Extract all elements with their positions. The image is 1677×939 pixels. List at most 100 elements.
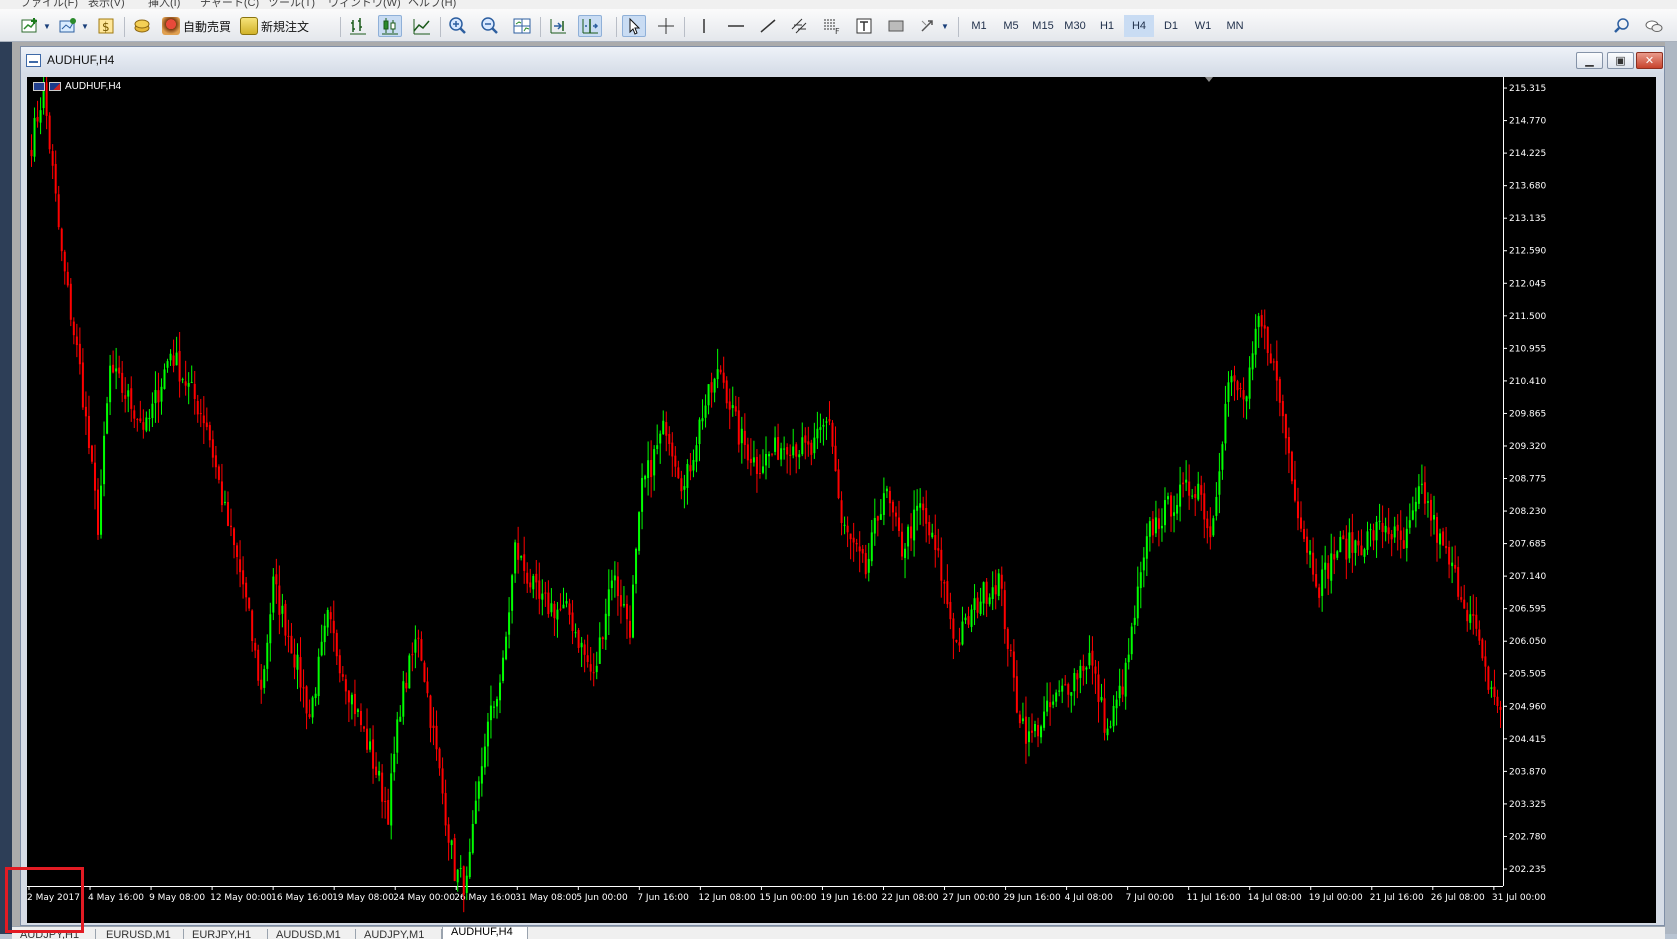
candle-bear bbox=[1303, 529, 1306, 539]
menu-help[interactable]: ヘルプ(H) bbox=[408, 0, 456, 9]
candle-bull bbox=[961, 621, 964, 645]
candle-bull bbox=[1034, 724, 1037, 732]
text-tool-button[interactable] bbox=[852, 15, 876, 37]
menu-tools[interactable]: ツール(T) bbox=[268, 0, 315, 9]
candle-bear bbox=[777, 437, 780, 460]
menu-window[interactable]: ウィンドウ(W) bbox=[328, 0, 401, 9]
candle-bear bbox=[680, 478, 683, 492]
candle-bear bbox=[1236, 381, 1239, 391]
price-chart[interactable]: 215.315 214.770 214.225 213.680 213.135 212.5… bbox=[27, 77, 1656, 923]
auto-trade-button[interactable]: 自動売買 bbox=[160, 15, 233, 37]
mdi-workspace: AUDHUF,H4 ▁ ▣ ✕ 215.315 214.770 214.225 213… bbox=[12, 42, 1665, 926]
zoom-out-button[interactable] bbox=[478, 15, 502, 37]
tab-eurusd-m1[interactable]: EURUSD,M1 bbox=[98, 929, 184, 939]
candle-bear bbox=[245, 582, 248, 598]
tab-audhuf-h4[interactable]: AUDHUF,H4 bbox=[442, 927, 528, 939]
menu-view[interactable]: 表示(V) bbox=[88, 0, 125, 9]
auto-scroll-button[interactable] bbox=[578, 15, 602, 37]
new-chart-dropdown-icon[interactable]: ▼ bbox=[42, 15, 52, 37]
candle-bull bbox=[882, 493, 885, 515]
chart-window-titlebar[interactable]: AUDHUF,H4 ▁ ▣ ✕ bbox=[21, 47, 1664, 73]
new-order-button[interactable]: 新規注文 bbox=[238, 15, 311, 37]
candle-bear bbox=[786, 447, 789, 455]
text-label-button[interactable] bbox=[884, 15, 908, 37]
horizontal-line-button[interactable] bbox=[724, 15, 748, 37]
tab-audusd-m1[interactable]: AUDUSD,M1 bbox=[268, 929, 356, 939]
menu-insert[interactable]: 挿入(I) bbox=[148, 0, 180, 9]
candle-bear bbox=[858, 546, 861, 552]
new-chart-button[interactable] bbox=[18, 15, 42, 37]
candle-bull bbox=[825, 421, 828, 423]
candle-bull bbox=[798, 454, 801, 458]
candle-bull bbox=[1257, 316, 1260, 328]
candle-bear bbox=[1493, 686, 1496, 698]
candle-bull bbox=[1408, 520, 1411, 528]
bar-chart-button[interactable] bbox=[346, 15, 370, 37]
tile-windows-button[interactable] bbox=[510, 15, 534, 37]
profiles-dropdown-icon[interactable]: ▼ bbox=[80, 15, 90, 37]
menu-file[interactable]: ファイル(F) bbox=[20, 0, 78, 9]
timeframe-h1[interactable]: H1 bbox=[1092, 15, 1122, 37]
line-chart-button[interactable] bbox=[410, 15, 434, 37]
candle-bull bbox=[731, 405, 734, 409]
price-tick-label: 215.315 bbox=[1509, 84, 1546, 94]
price-tick-label: 204.960 bbox=[1509, 702, 1546, 712]
chart-shift-button[interactable] bbox=[546, 15, 570, 37]
timeframe-mn[interactable]: MN bbox=[1220, 15, 1250, 37]
equidistant-channel-button[interactable] bbox=[788, 15, 812, 37]
fibonacci-button[interactable]: F bbox=[820, 15, 844, 37]
menu-chart[interactable]: チャート(C) bbox=[200, 0, 259, 9]
candle-bull bbox=[154, 390, 157, 404]
candle-bear bbox=[97, 489, 100, 535]
profiles-icon bbox=[59, 18, 76, 33]
candle-bull bbox=[1145, 536, 1148, 559]
search-button[interactable] bbox=[1610, 15, 1634, 37]
market-watch-button[interactable]: $ bbox=[94, 15, 118, 37]
candle-bear bbox=[1272, 361, 1275, 363]
candle-bear bbox=[372, 739, 375, 769]
timeframe-m1[interactable]: M1 bbox=[964, 15, 994, 37]
candle-bear bbox=[1342, 535, 1345, 540]
crosshair-tool-button[interactable] bbox=[654, 15, 678, 37]
arrows-button[interactable] bbox=[916, 15, 940, 37]
tab-audjpy-m1[interactable]: AUDJPY,M1 bbox=[356, 929, 442, 939]
candle-bear bbox=[1442, 531, 1445, 546]
candle-bear bbox=[308, 714, 311, 717]
zoom-in-button[interactable] bbox=[446, 15, 470, 37]
timeframe-d1[interactable]: D1 bbox=[1156, 15, 1186, 37]
profiles-button[interactable] bbox=[56, 15, 80, 37]
candle-bull bbox=[1130, 626, 1133, 655]
tab-eurjpy-h1[interactable]: EURJPY,H1 bbox=[184, 929, 268, 939]
candle-bear bbox=[1387, 527, 1390, 535]
time-tick-label: 19 Jul 00:00 bbox=[1309, 893, 1363, 903]
arrows-dropdown-icon[interactable]: ▼ bbox=[940, 15, 950, 37]
candle-bear bbox=[722, 372, 725, 383]
timeframe-w1[interactable]: W1 bbox=[1188, 15, 1218, 37]
candle-bear bbox=[1448, 546, 1451, 565]
candle-bull bbox=[979, 601, 982, 614]
trendline-button[interactable] bbox=[756, 15, 780, 37]
tab-audjpy-h1[interactable]: AUDJPY,H1 bbox=[12, 929, 96, 939]
candle-bull bbox=[1163, 500, 1166, 526]
timeframe-m5[interactable]: M5 bbox=[996, 15, 1026, 37]
candle-bull bbox=[613, 575, 616, 581]
close-button[interactable]: ✕ bbox=[1636, 52, 1663, 69]
cursor-tool-button[interactable] bbox=[622, 15, 646, 37]
candlestick-chart-button[interactable] bbox=[378, 15, 402, 37]
timeframe-m15[interactable]: M15 bbox=[1028, 15, 1058, 37]
dollar-icon: $ bbox=[98, 18, 114, 34]
candlestick-plot[interactable]: 215.315 214.770 214.225 213.680 213.135 212.5… bbox=[27, 77, 1656, 923]
candle-bear bbox=[426, 681, 429, 694]
chat-button[interactable] bbox=[1642, 15, 1666, 37]
vertical-line-button[interactable] bbox=[692, 15, 716, 37]
navigator-button[interactable] bbox=[130, 15, 154, 37]
minimize-button[interactable]: ▁ bbox=[1576, 52, 1603, 69]
restore-button[interactable]: ▣ bbox=[1607, 52, 1634, 69]
candle-bear bbox=[293, 654, 296, 668]
candle-bear bbox=[891, 501, 894, 513]
timeframe-m30[interactable]: M30 bbox=[1060, 15, 1090, 37]
timeframe-h4[interactable]: H4 bbox=[1124, 15, 1154, 37]
price-tick-label: 202.780 bbox=[1509, 832, 1546, 842]
candle-bear bbox=[1306, 536, 1309, 553]
candle-bull bbox=[1185, 479, 1188, 483]
